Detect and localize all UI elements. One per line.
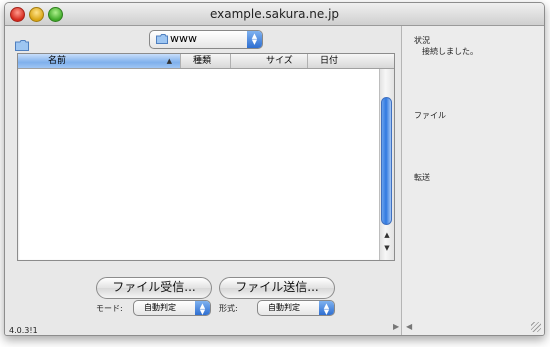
status-drawer: 状況 接続しました。 ファイル 転送 ◀ [402,26,544,335]
column-header-size[interactable]: サイズ [231,54,308,68]
vertical-scrollbar[interactable]: ▲ ▼ [379,69,394,260]
collapse-left-arrow-icon[interactable]: ◀ [406,322,412,331]
folder-icon [156,34,168,44]
title-bar[interactable]: example.sakura.ne.jp [5,3,544,26]
up-down-arrows-icon: ▲ ▼ [247,31,262,48]
mode-popup[interactable]: 自動判定 ▲ ▼ [133,300,211,316]
scrollbar-thumb[interactable] [381,97,392,225]
column-header-type[interactable]: 種類 [181,54,231,68]
send-file-button[interactable]: ファイル送信... [219,277,335,299]
mode-label: モード: [96,304,123,313]
directory-popup-value: www [170,32,197,45]
scroll-down-arrow-icon[interactable]: ▼ [382,244,392,252]
collapse-right-arrow-icon[interactable]: ▶ [393,322,399,331]
column-header-date[interactable]: 日付 [308,54,380,68]
column-header-name[interactable]: 名前 ▲ [18,54,181,68]
app-window: example.sakura.ne.jp www ▲ ▼ 名前 ▲ 種類 サイズ… [4,2,545,336]
scroll-up-arrow-icon[interactable]: ▲ [382,231,392,239]
version-text: 4.0.3!1 [9,326,38,335]
up-down-arrows-icon: ▲ ▼ [195,301,210,316]
format-label: 形式: [219,304,238,313]
window-title: example.sakura.ne.jp [209,7,340,21]
file-browser-pane: www ▲ ▼ 名前 ▲ 種類 サイズ 日付 ▲ ▼ ファイル受信... ファイ… [5,26,402,335]
file-list-header: 名前 ▲ 種類 サイズ 日付 [18,54,394,69]
format-popup-value: 自動判定 [268,303,300,312]
status-label: 状況 [414,36,430,45]
format-popup[interactable]: 自動判定 ▲ ▼ [257,300,335,316]
column-header-type-label: 種類 [193,56,212,66]
receive-file-button[interactable]: ファイル受信... [96,277,212,299]
status-value: 接続しました。 [422,47,478,56]
file-label: ファイル [414,111,446,120]
mode-popup-value: 自動判定 [144,303,176,312]
column-header-date-label: 日付 [320,56,339,66]
column-header-size-label: サイズ [266,56,293,66]
resize-grip-icon[interactable] [531,322,541,332]
folder-icon[interactable] [15,40,29,51]
directory-popup[interactable]: www ▲ ▼ [149,30,263,49]
sort-ascending-icon: ▲ [166,57,172,65]
column-header-name-label: 名前 [48,56,67,66]
up-down-arrows-icon: ▲ ▼ [319,301,334,316]
file-list[interactable]: 名前 ▲ 種類 サイズ 日付 ▲ ▼ [17,53,395,261]
transfer-label: 転送 [414,173,430,182]
